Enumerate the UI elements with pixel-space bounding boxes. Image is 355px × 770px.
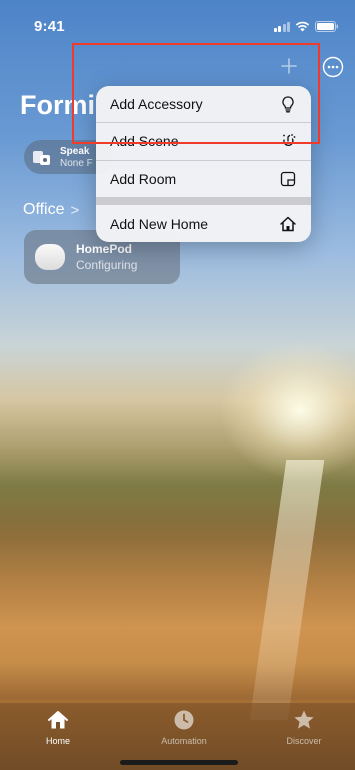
battery-icon bbox=[315, 20, 339, 32]
room-header-office[interactable]: Office > bbox=[23, 201, 79, 219]
house-icon bbox=[47, 709, 69, 731]
room-icon bbox=[279, 170, 297, 188]
star-icon bbox=[293, 709, 315, 731]
room-name: Office bbox=[23, 201, 65, 218]
chip-title: Speak bbox=[60, 146, 90, 157]
tab-label: Discover bbox=[286, 736, 322, 746]
highlight-box bbox=[72, 43, 320, 144]
signal-icon bbox=[273, 21, 290, 32]
accessory-name: HomePod bbox=[76, 242, 133, 256]
status-icons bbox=[273, 20, 340, 32]
accessory-status: Configuring bbox=[76, 258, 138, 272]
tab-home[interactable]: Home bbox=[18, 709, 98, 746]
chevron-right-icon: > bbox=[70, 201, 80, 219]
menu-item-label: Add Room bbox=[110, 171, 177, 187]
tab-discover[interactable]: Discover bbox=[264, 709, 344, 746]
status-time: 9:41 bbox=[34, 18, 65, 35]
clock-icon bbox=[173, 709, 195, 731]
home-app-screen: 9:41 Formi Speak None F Office > HomePod… bbox=[0, 0, 355, 770]
menu-item-add-new-home[interactable]: Add New Home bbox=[96, 206, 311, 242]
speaker-icon bbox=[33, 149, 51, 165]
menu-item-add-room[interactable]: Add Room bbox=[96, 161, 311, 197]
menu-group-divider bbox=[96, 197, 311, 205]
tab-automation[interactable]: Automation bbox=[144, 709, 224, 746]
tab-label: Home bbox=[45, 736, 70, 746]
tab-label: Automation bbox=[161, 736, 207, 746]
house-icon bbox=[279, 215, 297, 233]
wifi-icon bbox=[295, 21, 310, 32]
menu-item-label: Add New Home bbox=[110, 216, 209, 232]
status-bar: 9:41 bbox=[0, 0, 355, 40]
homepod-icon bbox=[35, 244, 65, 270]
home-indicator[interactable] bbox=[120, 760, 238, 765]
more-options-icon[interactable] bbox=[322, 56, 344, 78]
chip-subtitle: None F bbox=[60, 158, 93, 169]
